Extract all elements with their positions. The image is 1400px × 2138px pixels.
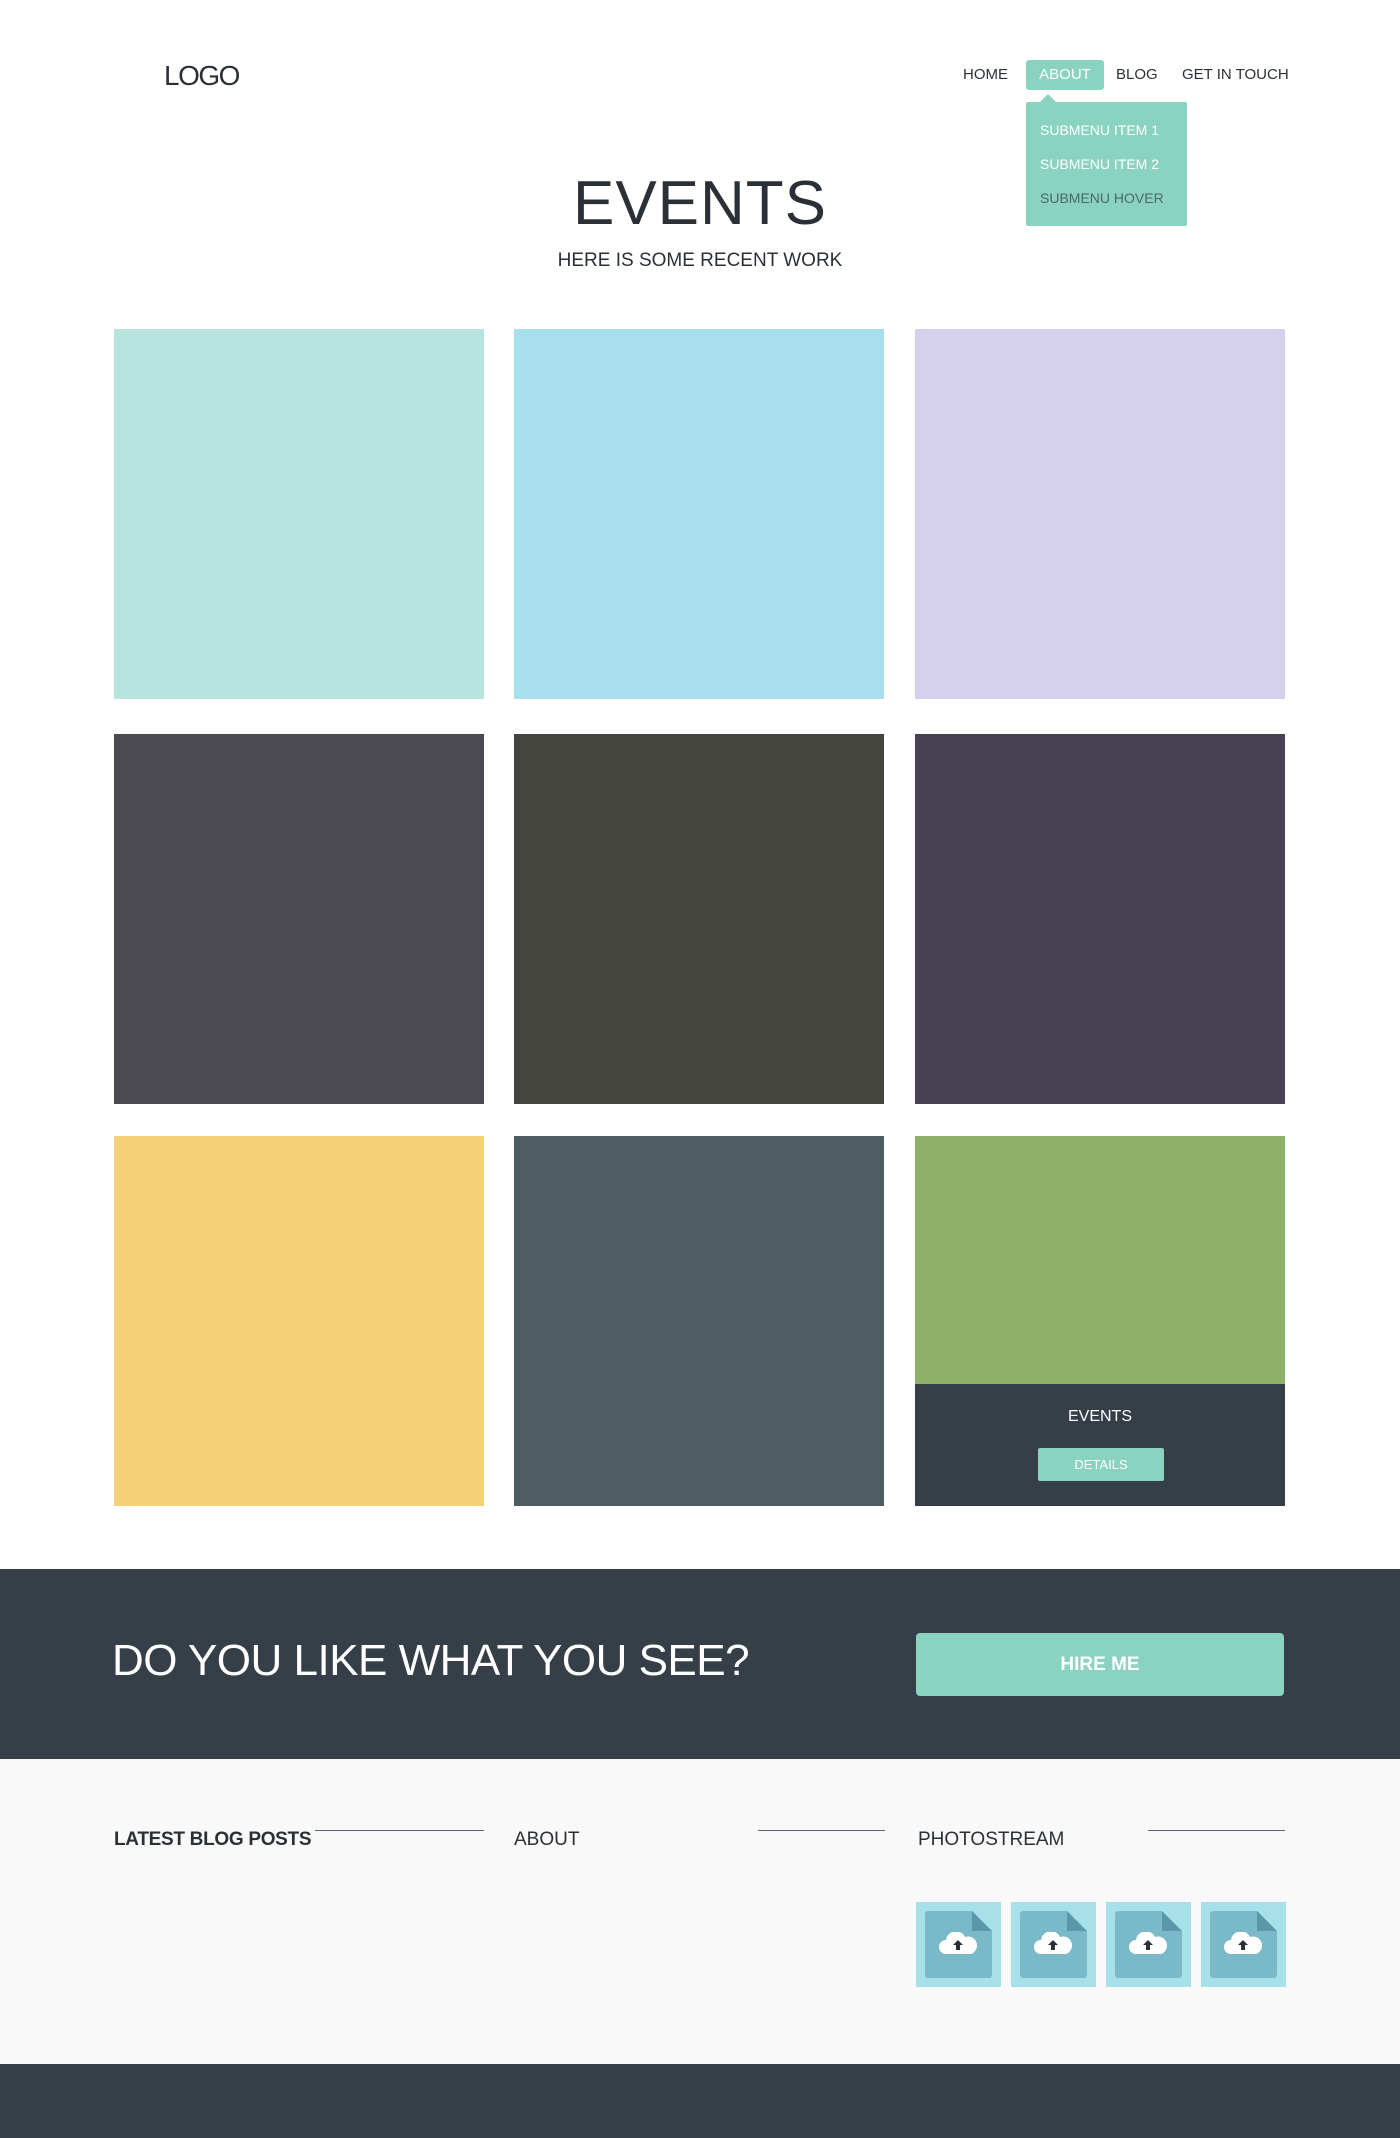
widget-title-photostream: PHOTOSTREAM	[918, 1829, 1065, 1850]
widget-title-blog: LATEST BLOG POSTS	[114, 1829, 312, 1850]
tile-hover-label: EVENTS	[1067, 1408, 1132, 1425]
submenu-item-1[interactable]: SUBMENU ITEM 1	[1040, 122, 1159, 138]
photostream-thumb-3[interactable]	[1106, 1902, 1191, 1987]
nav-home[interactable]: HOME	[963, 60, 1008, 90]
portfolio-tile-8[interactable]	[514, 1136, 884, 1506]
page-fold-icon	[1067, 1911, 1087, 1931]
hire-me-button[interactable]: HIRE ME	[916, 1633, 1284, 1696]
page-fold-icon	[1162, 1911, 1182, 1931]
portfolio-tile-9[interactable]: EVENTS DETAILS	[915, 1136, 1285, 1506]
cta-text: DO YOU LIKE WHAT YOU SEE?	[112, 1636, 750, 1685]
cloud-upload-icon	[1034, 1932, 1072, 1954]
main-nav: HOME ABOUT BLOG GET IN TOUCH	[0, 60, 1400, 90]
portfolio-tile-2[interactable]	[514, 329, 884, 699]
nav-blog[interactable]: BLOG	[1116, 60, 1158, 90]
widget-divider-blog	[315, 1830, 484, 1831]
portfolio-tile-3[interactable]	[915, 329, 1285, 699]
portfolio-tile-4[interactable]	[114, 734, 484, 1104]
portfolio-tile-1[interactable]	[114, 329, 484, 699]
page-subtitle: HERE IS SOME RECENT WORK	[557, 250, 843, 271]
page-fold-icon	[1257, 1911, 1277, 1931]
widget-divider-about	[758, 1830, 885, 1831]
cta-band: DO YOU LIKE WHAT YOU SEE? HIRE ME	[0, 1569, 1400, 1759]
nav-about[interactable]: ABOUT	[1026, 60, 1104, 90]
bottom-bar	[0, 2064, 1400, 2138]
widget-title-about: ABOUT	[514, 1829, 580, 1850]
details-button[interactable]: DETAILS	[1038, 1448, 1164, 1481]
widget-divider-photostream	[1148, 1830, 1285, 1831]
portfolio-tile-7[interactable]	[114, 1136, 484, 1506]
portfolio-tile-5[interactable]	[514, 734, 884, 1104]
tile-hover-overlay: EVENTS DETAILS	[915, 1384, 1285, 1506]
nav-get-in-touch[interactable]: GET IN TOUCH	[1182, 60, 1289, 90]
page-fold-icon	[972, 1911, 992, 1931]
photostream-thumb-1[interactable]	[916, 1902, 1001, 1987]
cloud-upload-icon	[1224, 1932, 1262, 1954]
portfolio-tile-6[interactable]	[915, 734, 1285, 1104]
photostream-thumb-2[interactable]	[1011, 1902, 1096, 1987]
page-title: EVENTS	[572, 169, 828, 238]
cloud-upload-icon	[1129, 1932, 1167, 1954]
photostream-thumb-4[interactable]	[1201, 1902, 1286, 1987]
cloud-upload-icon	[939, 1932, 977, 1954]
